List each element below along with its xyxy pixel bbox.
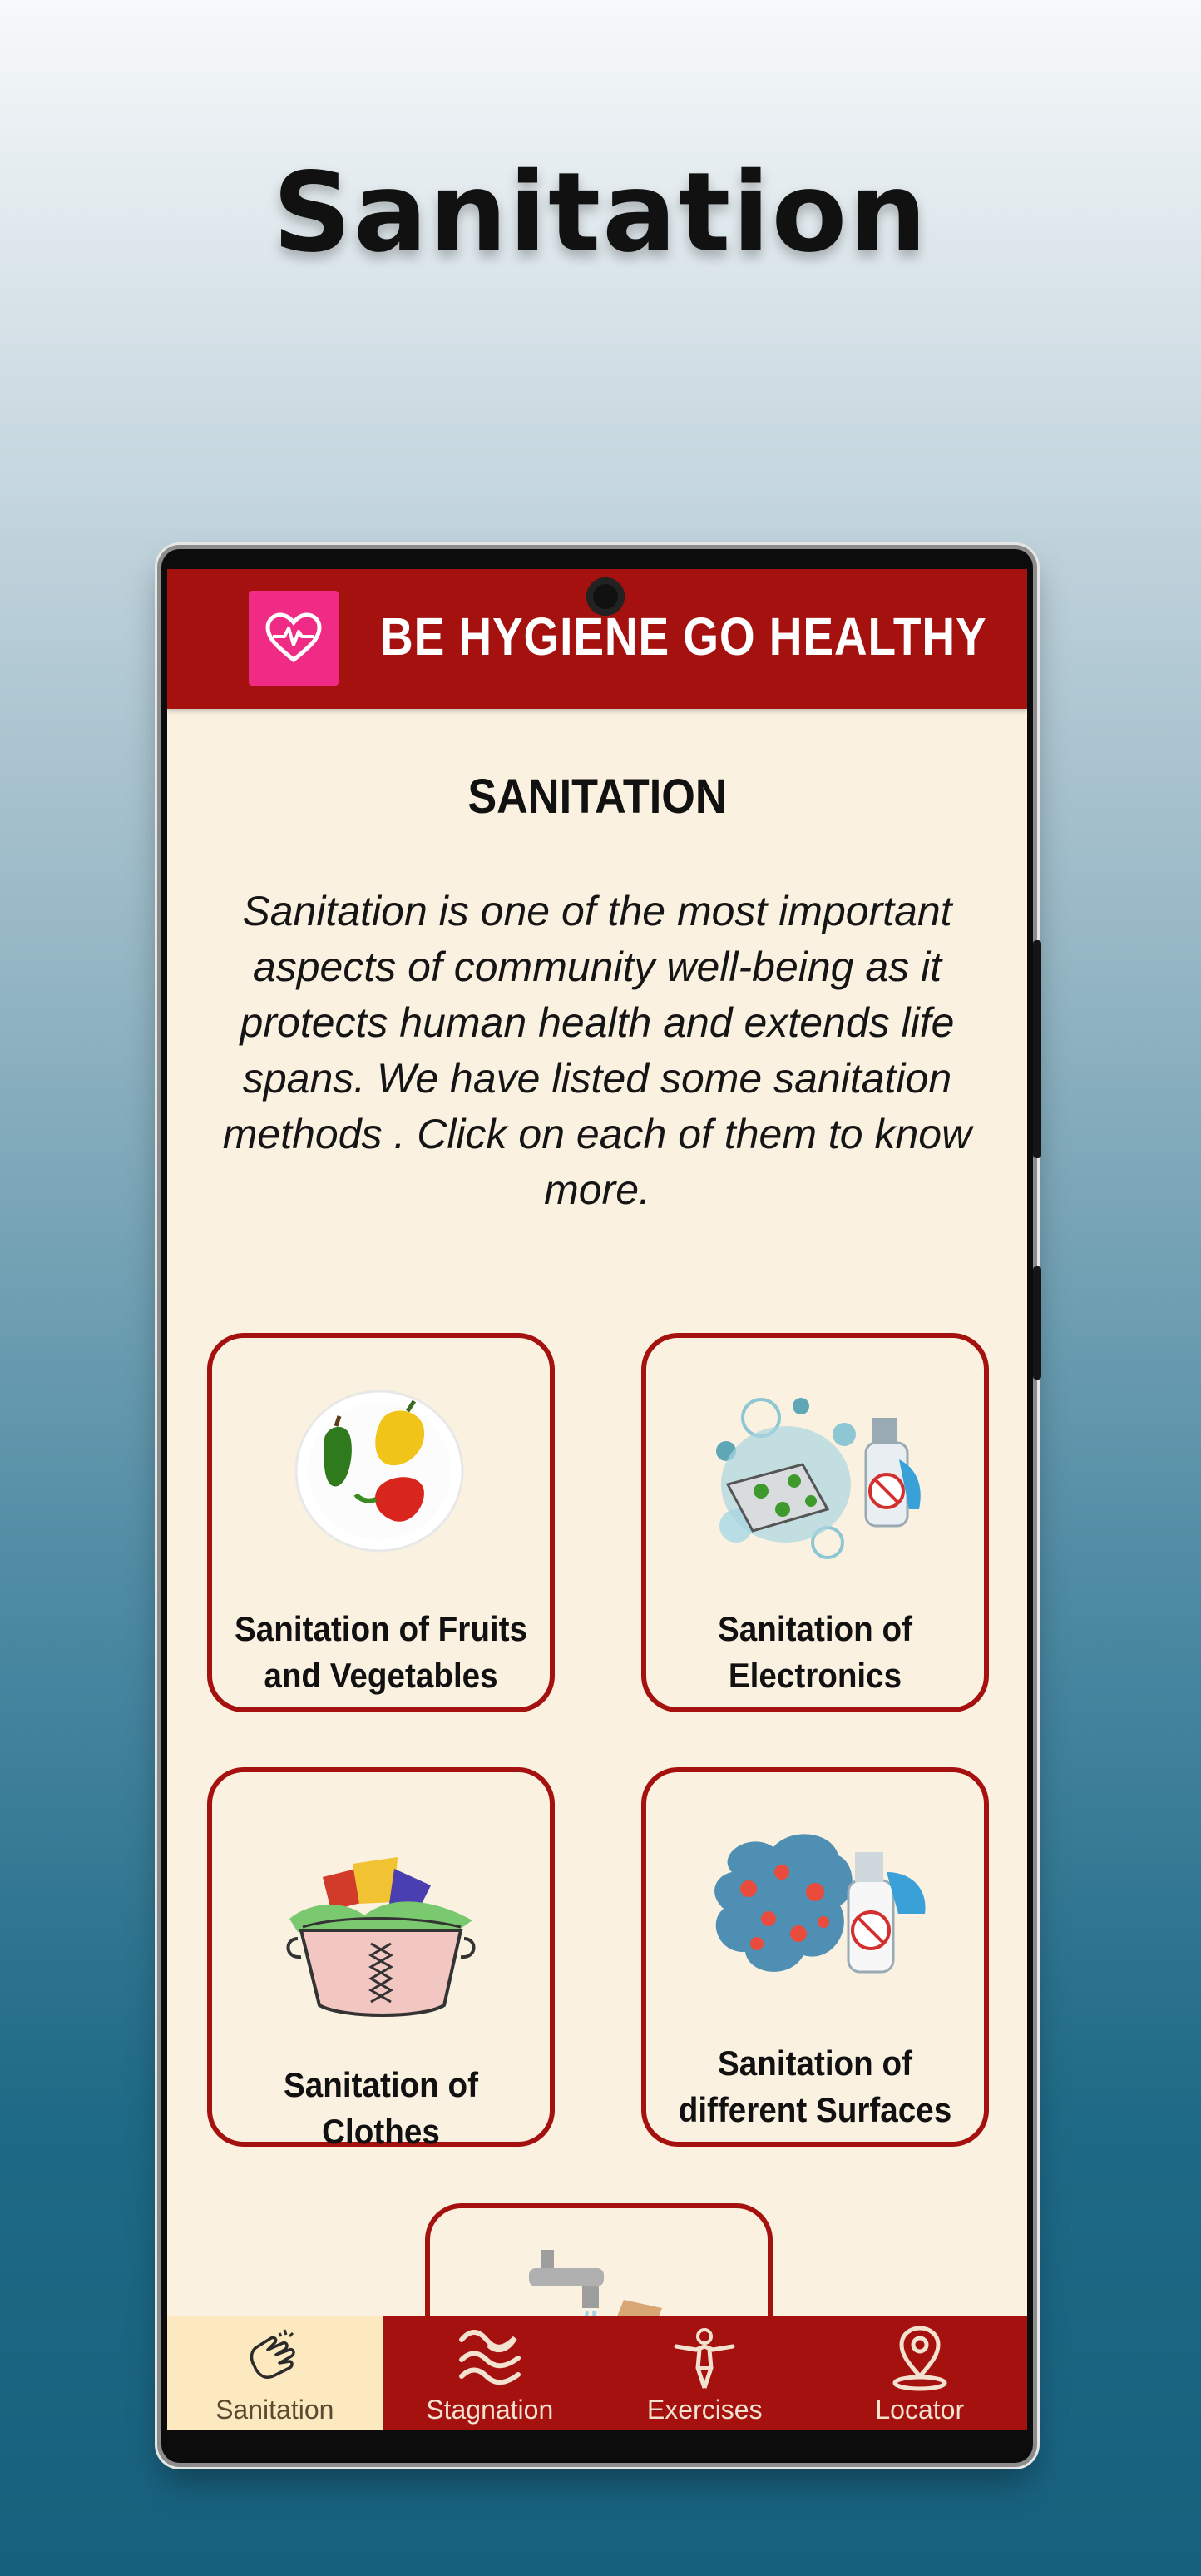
nav-label: Exercises [646,2395,763,2425]
nav-tab-exercises[interactable]: Exercises [597,2316,813,2430]
nav-label: Sanitation [215,2395,334,2425]
location-pin-icon [813,2325,1028,2391]
card-electronics[interactable]: Sanitation of Electronics [641,1333,989,1712]
laundry-basket-icon [212,1852,550,2027]
app-screen: BE HYGIENE GO HEALTHY SANITATION Sanitat… [167,569,1027,2430]
nav-tab-locator[interactable]: Locator [813,2316,1028,2430]
intro-text: Sanitation is one of the most important … [222,888,972,1213]
phone-frame: BE HYGIENE GO HEALTHY SANITATION Sanitat… [161,549,1041,2463]
page-heading: SANITATION [467,770,727,824]
nav-tab-stagnation[interactable]: Stagnation [383,2316,598,2430]
card-label: Sanitation of different Surfaces [678,2043,952,2129]
card-label: Sanitation of Clothes [284,2065,478,2151]
exercise-figure-icon [597,2325,813,2391]
card-label: Sanitation of Electronics [718,1609,912,1695]
phone-volume-button [1033,940,1041,1158]
surface-spray-icon [646,1822,984,1989]
card-label: Sanitation of Fruits and Vegetables [234,1609,528,1695]
card-clothes[interactable]: Sanitation of Clothes [207,1767,555,2151]
app-title: BE HYGIENE GO HEALTHY [380,607,987,666]
front-camera [586,577,625,616]
hero-title: Sanitation [272,149,929,277]
bottom-navigation: Sanitation Stagnation Exercises Locator [167,2316,1027,2430]
heart-pulse-icon[interactable] [249,591,339,686]
nav-label: Stagnation [426,2395,554,2425]
phone-power-button [1033,1266,1041,1380]
card-surfaces[interactable]: Sanitation of different Surfaces [641,1767,989,2147]
peppers-bowl-icon [212,1388,550,1563]
electronics-spray-icon [646,1385,984,1576]
water-waves-icon [383,2325,598,2388]
nav-label: Locator [875,2395,965,2425]
hands-washing-icon [167,2325,383,2388]
card-fruits-vegetables[interactable]: Sanitation of Fruits and Vegetables [207,1333,555,1712]
nav-tab-sanitation[interactable]: Sanitation [167,2316,383,2430]
